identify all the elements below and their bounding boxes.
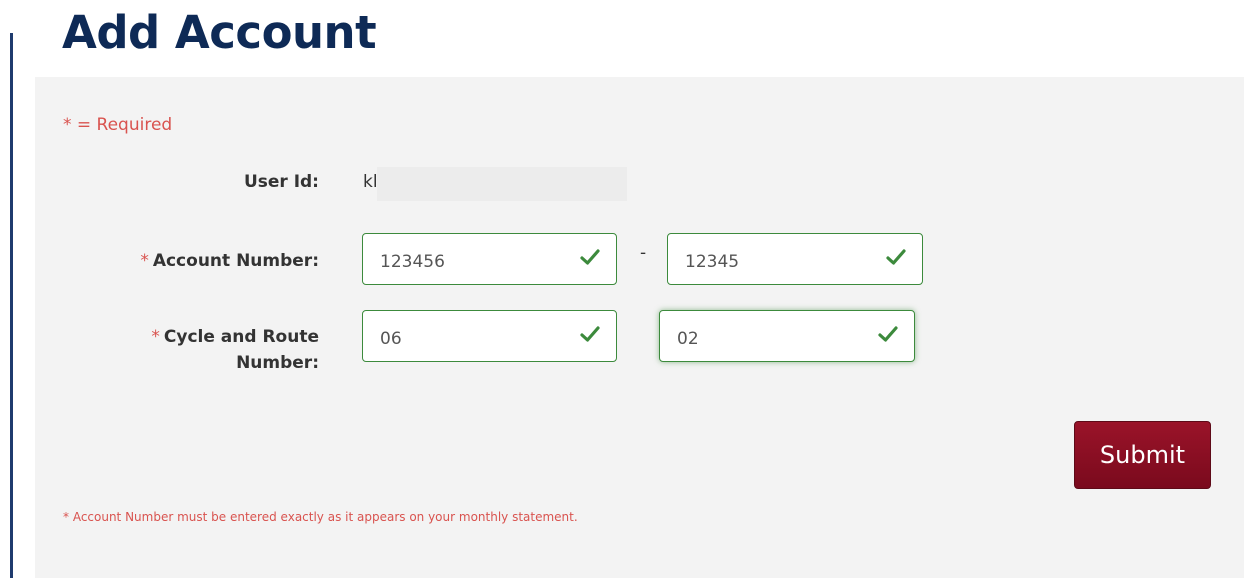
account-number-part1-field[interactable]	[362, 233, 617, 285]
user-id-label: User Id:	[243, 172, 319, 192]
submit-button[interactable]: Submit	[1074, 421, 1211, 489]
add-account-form: * = Required User Id: kl * Account Number…	[35, 77, 1244, 578]
account-number-label-text: Account Number:	[152, 251, 319, 271]
page-title: Add Account	[62, 6, 377, 59]
account-number-part2-field[interactable]	[667, 233, 923, 285]
cycle-number-field[interactable]	[362, 310, 617, 362]
cycle-route-label-line1: Cycle and Route	[163, 327, 319, 347]
check-icon	[878, 326, 898, 342]
left-border-rule	[10, 33, 13, 578]
cycle-route-label-line2: Number:	[236, 353, 319, 373]
required-marker: *	[151, 327, 160, 347]
route-number-input[interactable]	[660, 311, 860, 361]
check-icon	[580, 249, 600, 265]
route-number-field[interactable]	[659, 310, 915, 362]
cycle-route-label: * Cycle and Route Number:	[119, 324, 319, 376]
cycle-number-input[interactable]	[363, 311, 563, 361]
required-marker: *	[140, 251, 149, 271]
user-id-redaction	[377, 167, 627, 201]
required-legend: * = Required	[63, 115, 173, 135]
check-icon	[580, 326, 600, 342]
account-number-separator: -	[640, 243, 647, 263]
account-number-part2-input[interactable]	[668, 234, 868, 284]
account-number-part1-input[interactable]	[363, 234, 563, 284]
account-number-label: * Account Number:	[140, 248, 319, 274]
check-icon	[886, 249, 906, 265]
account-number-footnote: * Account Number must be entered exactly…	[63, 510, 578, 524]
